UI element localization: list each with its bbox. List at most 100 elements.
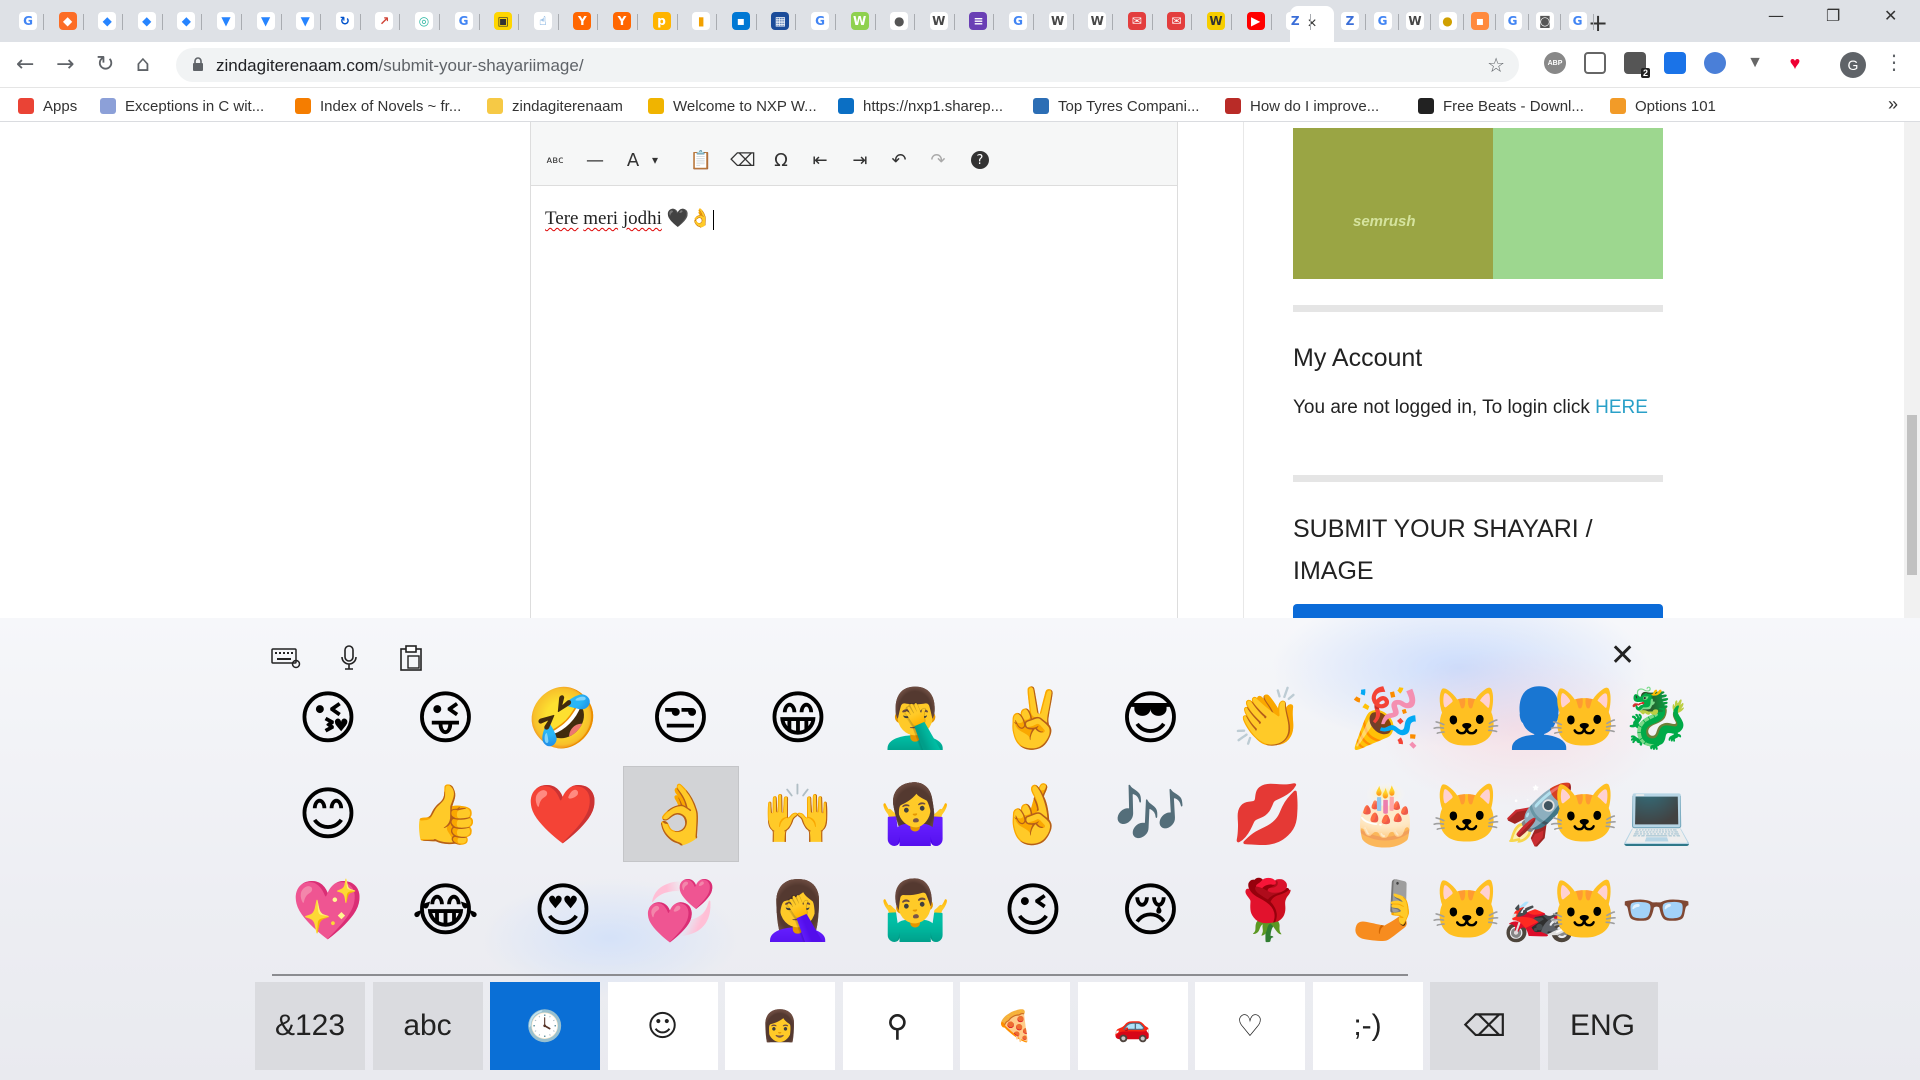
emoji-key[interactable]: 🐱‍🐉 [1548,670,1692,766]
browser-tab[interactable]: ▼ [210,6,242,36]
horizontal-line-icon[interactable]: — [581,146,609,174]
bookmark-item[interactable]: Options 101 [1610,96,1716,116]
heart-extension-icon[interactable]: ♥ [1784,52,1806,74]
bookmarks-overflow-button[interactable]: » [1888,94,1898,115]
browser-tab[interactable]: W [1042,6,1074,36]
browser-tab[interactable]: ↗ [368,6,401,36]
bookmark-item[interactable]: Exceptions in C wit... [100,96,264,116]
browser-tab[interactable]: Z [1334,6,1366,36]
language-key[interactable]: ENG [1547,982,1658,1070]
emoji-key[interactable]: 🐱‍💻 [1548,766,1692,862]
undo-icon[interactable]: ↶ [885,146,913,174]
celebration-emoji-tab[interactable]: ⚲ [842,982,953,1070]
restore-button[interactable]: ❐ [1826,6,1840,25]
emoji-key[interactable]: 😉 [975,862,1091,958]
indent-icon[interactable]: ⇥ [846,146,874,174]
numbers-symbols-key[interactable]: &123 [255,982,365,1070]
close-window-button[interactable]: ✕ [1884,6,1897,25]
chart-extension-icon[interactable] [1664,52,1686,74]
text-emoticon-tab[interactable]: ;-) [1312,982,1423,1070]
emoji-key[interactable]: 👏 [1210,670,1326,766]
bookmark-star-icon[interactable]: ☆ [1487,53,1505,77]
url-text[interactable]: zindagiterenaam.com/submit-your-shayarii… [216,56,584,76]
emoji-key[interactable]: 🐱‍👤 [1431,670,1575,766]
emoji-key[interactable]: 💞 [623,862,739,958]
browser-tab[interactable]: G [12,6,44,36]
reload-button[interactable]: ↻ [96,52,114,77]
shayari-editor[interactable]: ᴀʙᴄ — A ▾ 📋 ⌫ Ω ⇤ ⇥ ↶ ↷? Tere meri jodhi 🖤👌 [530,122,1178,642]
emoji-key[interactable]: 😘 [270,670,386,766]
browser-tab[interactable]: ▣ [487,6,520,36]
bookmark-item[interactable]: How do I improve... [1225,96,1379,116]
home-button[interactable]: ⌂ [136,52,150,77]
people-emoji-tab[interactable]: 👩 [725,982,835,1070]
browser-tab[interactable]: Y [566,6,599,36]
backspace-key[interactable]: ⌫ [1430,982,1540,1070]
browser-tab[interactable]: G [1367,6,1399,36]
browser-tab[interactable]: ● [883,6,916,36]
browser-tab[interactable]: ◆ [52,6,84,36]
adblock-extension-icon[interactable]: ABP [1544,52,1566,74]
back-button[interactable]: ← [16,52,34,77]
emoji-key[interactable]: 🤷‍♂️ [858,862,974,958]
browser-tab[interactable]: ▶ [1240,6,1272,36]
submit-shayari-button[interactable] [1293,604,1663,618]
login-link[interactable]: HERE [1595,397,1648,418]
bookmark-item[interactable]: Index of Novels ~ fr... [295,96,461,116]
browser-tab[interactable]: ◙ [1529,6,1561,36]
browser-tab[interactable]: ▪ [725,6,757,36]
bookmark-item[interactable]: Welcome to NXP W... [648,96,817,116]
bookmark-item[interactable]: Free Beats - Downl... [1418,96,1584,116]
emoji-key[interactable]: 🤞 [975,766,1091,862]
browser-tab[interactable]: ◆ [170,6,203,36]
emoji-key[interactable]: 🌹 [1210,862,1326,958]
emoji-key[interactable]: 🤦‍♀️ [740,862,856,958]
emoji-key[interactable]: 🐱‍👓 [1548,862,1692,958]
person-extension-icon[interactable] [1704,52,1726,74]
profile-avatar[interactable]: G [1840,52,1866,78]
emoji-key[interactable]: 🎶 [1093,766,1209,862]
lock-icon[interactable] [192,57,204,71]
emoji-key[interactable]: 🙌 [740,766,856,862]
menu-kebab-icon[interactable]: ⋮ [1884,50,1904,74]
emoji-key[interactable]: 🎉 [1328,670,1444,766]
browser-tab[interactable]: ▼ [289,6,322,36]
vuejs-extension-icon[interactable]: ▼ [1744,52,1766,74]
emoji-key[interactable]: ✌️ [975,670,1091,766]
emoji-key[interactable]: 😁 [740,670,856,766]
emoji-key[interactable]: 🐱‍🏍 [1431,862,1575,958]
bookmark-item[interactable]: Top Tyres Compani... [1033,96,1199,116]
browser-tab[interactable]: G [1497,6,1529,36]
editor-content[interactable]: Tere meri jodhi 🖤👌 [545,208,715,230]
emoji-key[interactable]: 👍 [388,766,504,862]
recent-emoji-tab[interactable]: 🕓 [490,982,600,1070]
browser-tab[interactable]: G [1002,6,1034,36]
keyboard-close-button[interactable]: ✕ [1610,638,1635,673]
forward-button[interactable]: → [56,52,74,77]
browser-tab[interactable]: ▦ [764,6,797,36]
travel-emoji-tab[interactable]: 🚗 [1077,982,1188,1070]
emoji-key[interactable]: 😜 [388,670,504,766]
bookmark-item[interactable]: Apps [18,96,77,116]
browser-tab[interactable]: ▪ [1464,6,1496,36]
browser-tab[interactable]: Y [606,6,638,36]
browser-tab[interactable]: W [1200,6,1232,36]
emoji-key[interactable]: 😢 [1093,862,1209,958]
emoji-key[interactable]: 😊 [270,766,386,862]
browser-tab[interactable]: ✉ [1160,6,1193,36]
text-color-dropdown-icon[interactable]: ▾ [641,146,669,174]
browser-tab[interactable]: ◎ [408,6,440,36]
emoji-key[interactable]: 🎂 [1328,766,1444,862]
address-bar[interactable]: zindagiterenaam.com/submit-your-shayarii… [176,48,1519,82]
special-character-icon[interactable]: Ω [767,146,795,174]
browser-tab[interactable]: W [923,6,955,36]
browser-tab[interactable]: G [448,6,480,36]
browser-tab[interactable]: Z [1279,6,1312,36]
outdent-icon[interactable]: ⇤ [806,146,834,174]
emoji-key[interactable]: 😂 [388,862,504,958]
paste-as-text-icon[interactable]: 📋 [687,146,715,174]
bookmark-item[interactable]: zindagiterenaam [487,96,623,116]
letters-key[interactable]: abc [372,982,483,1070]
browser-tab[interactable]: W [1081,6,1114,36]
browser-tab[interactable]: ◆ [91,6,124,36]
